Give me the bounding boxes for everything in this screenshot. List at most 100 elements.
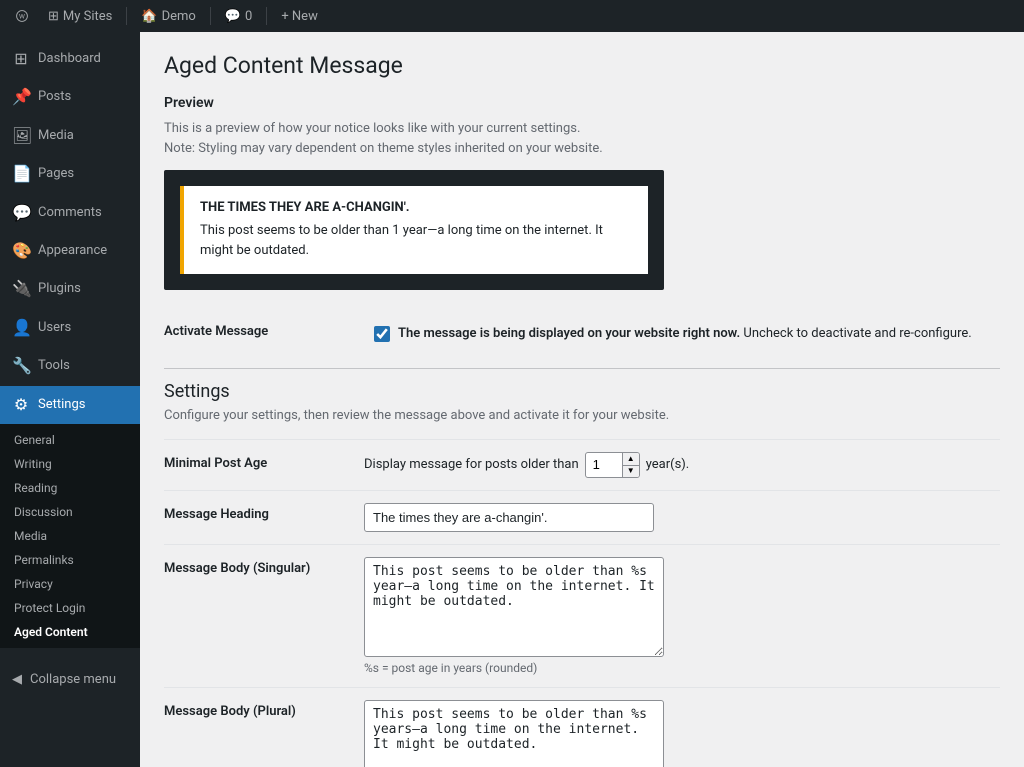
submenu-media[interactable]: Media xyxy=(0,524,140,548)
message-heading-input[interactable] xyxy=(364,503,654,532)
my-sites-menu[interactable]: ⊞ My Sites xyxy=(40,0,120,32)
settings-section-title: Settings xyxy=(164,368,1000,402)
sidebar-item-settings[interactable]: ⚙ Settings xyxy=(0,386,140,424)
message-body-singular-row: Message Body (Singular) This post seems … xyxy=(164,544,1000,687)
preview-outer-box: THE TIMES THEY ARE A-CHANGIN'. This post… xyxy=(164,170,664,290)
sidebar-label-settings: Settings xyxy=(38,396,85,414)
settings-icon: ⚙ xyxy=(12,394,30,416)
demo-label: Demo xyxy=(162,9,196,24)
collapse-icon: ◀ xyxy=(12,672,22,687)
users-icon: 👤 xyxy=(12,317,30,339)
message-body-singular-label: Message Body (Singular) xyxy=(164,557,364,576)
message-body-plural-input[interactable]: This post seems to be older than %s year… xyxy=(364,700,664,767)
sidebar-item-comments[interactable]: 💬 Comments xyxy=(0,194,140,232)
message-body-plural-label: Message Body (Plural) xyxy=(164,700,364,719)
sidebar-label-users: Users xyxy=(38,319,71,337)
media-icon: 🖼 xyxy=(12,125,30,147)
spinner-down[interactable]: ▼ xyxy=(623,465,639,477)
pages-icon: 📄 xyxy=(12,163,30,185)
preview-inner-box: THE TIMES THEY ARE A-CHANGIN'. This post… xyxy=(180,186,648,274)
sidebar-item-users[interactable]: 👤 Users xyxy=(0,309,140,347)
posts-icon: 📌 xyxy=(12,86,30,108)
activate-message-content: The message is being displayed on your w… xyxy=(374,324,972,344)
singular-hint: %s = post age in years (rounded) xyxy=(364,661,1000,675)
sidebar-label-media: Media xyxy=(38,127,74,145)
svg-text:W: W xyxy=(19,12,25,20)
appearance-icon: 🎨 xyxy=(12,240,30,262)
sidebar-label-pages: Pages xyxy=(38,165,74,183)
submenu-privacy[interactable]: Privacy xyxy=(0,572,140,596)
sidebar-label-appearance: Appearance xyxy=(38,242,107,260)
minimal-post-age-row: Minimal Post Age Display message for pos… xyxy=(164,439,1000,490)
bar-separator2 xyxy=(210,7,211,25)
sidebar-label-posts: Posts xyxy=(38,88,71,106)
preview-notice-heading: THE TIMES THEY ARE A-CHANGIN'. xyxy=(200,200,632,215)
message-body-plural-row: Message Body (Plural) This post seems to… xyxy=(164,687,1000,767)
sidebar-item-appearance[interactable]: 🎨 Appearance xyxy=(0,232,140,270)
tools-icon: 🔧 xyxy=(12,355,30,377)
bar-separator3 xyxy=(266,7,267,25)
my-sites-label: My Sites xyxy=(63,9,112,24)
admin-sidebar: ⊞ Dashboard 📌 Posts 🖼 Media 📄 Pages 💬 Co… xyxy=(0,32,140,767)
submenu-reading[interactable]: Reading xyxy=(0,476,140,500)
comments-icon: 💬 xyxy=(12,202,30,224)
dashboard-icon: ⊞ xyxy=(12,48,30,70)
sidebar-item-tools[interactable]: 🔧 Tools xyxy=(0,347,140,385)
minimal-post-age-label: Minimal Post Age xyxy=(164,452,364,471)
settings-submenu: General Writing Reading Discussion Media… xyxy=(0,424,140,648)
plugins-icon: 🔌 xyxy=(12,278,30,300)
activate-message-label: Activate Message xyxy=(164,324,364,339)
preview-description: This is a preview of how your notice loo… xyxy=(164,119,1000,158)
submenu-discussion[interactable]: Discussion xyxy=(0,500,140,524)
new-content-menu[interactable]: + New xyxy=(273,0,326,32)
minimal-age-suffix: year(s). xyxy=(646,457,690,472)
home-icon: 🏠 xyxy=(141,9,157,24)
page-title: Aged Content Message xyxy=(164,52,1000,79)
bar-separator xyxy=(126,7,127,25)
new-label: + New xyxy=(281,9,318,24)
activate-checkbox[interactable] xyxy=(374,326,390,342)
activate-message-text[interactable]: The message is being displayed on your w… xyxy=(398,324,972,344)
settings-description: Configure your settings, then review the… xyxy=(164,408,1000,423)
submenu-aged-content[interactable]: Aged Content xyxy=(0,620,140,644)
demo-menu[interactable]: 🏠 Demo xyxy=(133,0,203,32)
sidebar-label-comments: Comments xyxy=(38,204,102,222)
main-wrapper: ⊞ Dashboard 📌 Posts 🖼 Media 📄 Pages 💬 Co… xyxy=(0,32,1024,767)
activate-message-row: Activate Message The message is being di… xyxy=(164,310,1000,358)
message-heading-label: Message Heading xyxy=(164,503,364,522)
minimal-age-number-wrap: ▲ ▼ xyxy=(585,452,640,478)
sidebar-label-plugins: Plugins xyxy=(38,280,81,298)
minimal-age-prefix: Display message for posts older than xyxy=(364,457,579,472)
sidebar-item-posts[interactable]: 📌 Posts xyxy=(0,78,140,116)
submenu-general[interactable]: General xyxy=(0,428,140,452)
number-spinners: ▲ ▼ xyxy=(622,453,639,477)
message-body-plural-content: This post seems to be older than %s year… xyxy=(364,700,1000,767)
sidebar-label-dashboard: Dashboard xyxy=(38,50,101,68)
comments-count: 0 xyxy=(245,9,252,24)
submenu-writing[interactable]: Writing xyxy=(0,452,140,476)
comment-icon: 💬 xyxy=(225,9,241,24)
message-heading-content xyxy=(364,503,1000,532)
collapse-label: Collapse menu xyxy=(30,672,116,687)
preview-notice-body: This post seems to be older than 1 year—… xyxy=(200,221,632,260)
spinner-up[interactable]: ▲ xyxy=(623,453,639,465)
message-heading-row: Message Heading xyxy=(164,490,1000,544)
message-body-singular-content: This post seems to be older than %s year… xyxy=(364,557,1000,675)
my-sites-icon: ⊞ xyxy=(48,9,59,24)
minimal-age-input[interactable] xyxy=(586,453,622,476)
collapse-menu-button[interactable]: ◀ Collapse menu xyxy=(0,664,140,695)
submenu-protect-login[interactable]: Protect Login xyxy=(0,596,140,620)
comments-bar-item[interactable]: 💬 0 xyxy=(217,0,261,32)
admin-bar: W ⊞ My Sites 🏠 Demo 💬 0 + New xyxy=(0,0,1024,32)
main-content: Aged Content Message Preview This is a p… xyxy=(140,32,1024,767)
sidebar-item-media[interactable]: 🖼 Media xyxy=(0,117,140,155)
sidebar-item-dashboard[interactable]: ⊞ Dashboard xyxy=(0,40,140,78)
minimal-post-age-content: Display message for posts older than ▲ ▼… xyxy=(364,452,1000,478)
sidebar-label-tools: Tools xyxy=(38,357,70,375)
message-body-singular-input[interactable]: This post seems to be older than %s year… xyxy=(364,557,664,657)
submenu-permalinks[interactable]: Permalinks xyxy=(0,548,140,572)
preview-section-title: Preview xyxy=(164,95,1000,111)
sidebar-item-pages[interactable]: 📄 Pages xyxy=(0,155,140,193)
sidebar-item-plugins[interactable]: 🔌 Plugins xyxy=(0,270,140,308)
wp-logo[interactable]: W xyxy=(8,0,36,32)
